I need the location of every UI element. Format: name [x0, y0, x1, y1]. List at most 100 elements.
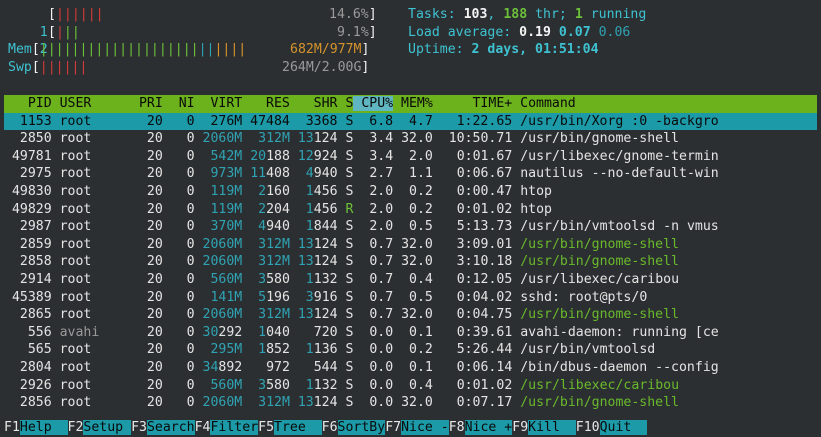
process-row[interactable]: 49829 root 20 0 119M 2204 1456 R 2.0 0.2…	[4, 201, 817, 219]
cell-virt: 276M	[194, 113, 243, 129]
column-header-user[interactable]: USER	[52, 96, 116, 111]
process-row[interactable]: 2804 root 20 0 34892 972 544 S 0.0 0.1 0…	[4, 359, 817, 377]
cell-cpu: 2.0	[353, 184, 394, 199]
column-header-pid[interactable]: PID	[4, 96, 52, 111]
selected-process-row[interactable]: 1153 root 20 0 276M 47484 3368 S 6.8 4.7…	[4, 112, 817, 131]
process-row[interactable]: 2926 root 20 0 560M 3580 1132 S 0.0 0.4 …	[4, 377, 817, 395]
fkey-label-f5[interactable]: Tree	[274, 420, 322, 435]
fkey-f4[interactable]: F4	[195, 420, 211, 435]
process-row[interactable]: 49830 root 20 0 119M 2160 1456 S 2.0 0.2…	[4, 183, 817, 201]
process-row[interactable]: 2975 root 20 0 973M 11408 4940 S 2.7 1.1…	[4, 165, 817, 183]
process-row[interactable]: 2865 root 20 0 2060M 312M 13124 S 0.7 32…	[4, 306, 817, 324]
cell-pri: 20	[115, 131, 163, 147]
cell-shr: 3368	[289, 113, 338, 129]
fkey-f1[interactable]: F1	[4, 420, 20, 435]
cell-pid: 49781	[4, 148, 52, 164]
fkey-label-f2[interactable]: Setup	[83, 420, 132, 435]
column-header-pri[interactable]: PRI	[115, 96, 163, 111]
cell-ni: 0	[162, 289, 195, 305]
process-row[interactable]: 2987 root 20 0 370M 4940 1844 S 2.0 0.5 …	[4, 218, 817, 236]
cell-virt: 34892	[202, 360, 243, 375]
fkey-f9[interactable]: F9	[512, 420, 528, 435]
process-row[interactable]: 2914 root 20 0 560M 3580 1132 S 0.7 0.4 …	[4, 271, 817, 289]
fkey-label-f1[interactable]: Help	[19, 420, 68, 435]
cell-cmd: /usr/libexec/gnome-termin	[512, 148, 719, 164]
fkey-label-f6[interactable]: SortBy	[337, 420, 386, 435]
mem-meter: Mem[||||||||||||||||||||||||||	[8, 42, 247, 58]
cell-ni: 0	[162, 324, 195, 340]
process-row[interactable]: 2856 root 20 0 2060M 312M 13124 S 0.0 32…	[4, 394, 817, 412]
fkey-f10[interactable]: F10	[576, 420, 600, 435]
fkey-label-f7[interactable]: Nice -	[401, 420, 449, 435]
cell-shr: 13124	[297, 307, 338, 323]
load-label: Load average:	[408, 24, 512, 40]
cell-pri: 20	[115, 377, 163, 393]
cell-cpu: 0.7	[353, 254, 394, 270]
cell-time: 0:06.14	[432, 360, 513, 375]
cell-cmd: htop	[512, 184, 719, 199]
cell-pri: 20	[115, 113, 163, 129]
cell-res: 11408	[250, 166, 290, 182]
fkey-f2[interactable]: F2	[68, 420, 84, 435]
cell-res: 312M	[258, 131, 290, 147]
mem-bars-used: ||||||||||||||||||||	[39, 42, 199, 58]
cell-virt: 560M	[210, 272, 243, 287]
column-header-shr[interactable]: SHR	[290, 96, 338, 111]
cell-user: root	[51, 166, 116, 182]
cell-shr: 13124	[297, 254, 338, 270]
cell-time: 0:04.02	[432, 289, 513, 305]
fkey-label-f10[interactable]: Quit	[599, 420, 648, 435]
process-row[interactable]: 2858 root 20 0 2060M 312M 13124 S 0.7 32…	[4, 253, 817, 271]
fkey-f3[interactable]: F3	[131, 420, 147, 435]
fkey-f7[interactable]: F7	[385, 420, 401, 435]
column-header-time[interactable]: TIME+	[433, 96, 512, 111]
cell-s: S	[337, 289, 354, 305]
process-row[interactable]: 565 root 20 0 295M 1852 1136 S 0.0 0.2 5…	[4, 341, 817, 359]
cell-time: 5:13.73	[432, 219, 513, 235]
cell-pid: 2859	[4, 236, 52, 252]
fkey-f8[interactable]: F8	[449, 420, 465, 435]
cell-ni: 0	[162, 201, 195, 217]
fkey-label-f3[interactable]: Search	[146, 420, 195, 435]
column-header-ni[interactable]: NI	[163, 96, 195, 111]
cell-pri: 20	[115, 307, 163, 323]
column-header-res[interactable]: RES	[242, 96, 290, 111]
column-header-mem[interactable]: MEM%	[393, 96, 433, 111]
fkey-label-f9[interactable]: Kill	[528, 420, 576, 435]
cell-pid: 2987	[4, 219, 52, 235]
cell-s: S	[337, 272, 354, 287]
column-header-cpu[interactable]: CPU%	[353, 96, 394, 111]
cell-pri: 20	[115, 272, 163, 287]
cell-pri: 20	[115, 201, 163, 217]
cpu1-bars: ||||||	[55, 7, 104, 22]
cell-virt: 2060M	[202, 395, 243, 411]
cell-mem: 0.2	[393, 342, 433, 358]
cell-res: 4940	[258, 219, 290, 235]
fkey-f5[interactable]: F5	[258, 420, 274, 435]
cell-cpu: 2.0	[353, 201, 394, 217]
cell-s: S	[337, 236, 354, 252]
process-row[interactable]: 2850 root 20 0 2060M 312M 13124 S 3.4 32…	[4, 130, 817, 148]
column-header-cmd[interactable]: Command	[512, 96, 718, 111]
cell-cmd: /usr/bin/gnome-shell	[512, 307, 719, 323]
cell-user: root	[51, 184, 116, 199]
column-header-virt[interactable]: VIRT	[195, 96, 242, 111]
process-row[interactable]: 556 avahi 20 0 30292 1040 720 S 0.0 0.1 …	[4, 324, 817, 342]
fkey-label-f4[interactable]: Filter	[210, 420, 259, 435]
process-row[interactable]: 49781 root 20 0 542M 20188 12924 S 3.4 2…	[4, 148, 817, 166]
cell-res: 312M	[258, 307, 290, 323]
fkey-f6[interactable]: F6	[322, 420, 338, 435]
cell-ni: 0	[162, 395, 195, 411]
cell-mem: 0.4	[393, 377, 433, 393]
column-header-s[interactable]: S	[338, 96, 353, 111]
cell-s: S	[337, 324, 354, 340]
cell-mem: 1.1	[393, 166, 433, 182]
process-row[interactable]: 45389 root 20 0 141M 5196 3916 S 0.7 0.5…	[4, 289, 817, 307]
cell-cmd: /usr/libexec/caribou	[512, 377, 719, 393]
fkey-label-f8[interactable]: Nice +	[464, 420, 513, 435]
threads-count: 188	[503, 7, 528, 22]
cell-time: 0:00.47	[432, 184, 513, 199]
process-row[interactable]: 2859 root 20 0 2060M 312M 13124 S 0.7 32…	[4, 236, 817, 254]
cell-mem: 4.7	[393, 113, 433, 129]
cell-pid: 49829	[4, 201, 52, 217]
